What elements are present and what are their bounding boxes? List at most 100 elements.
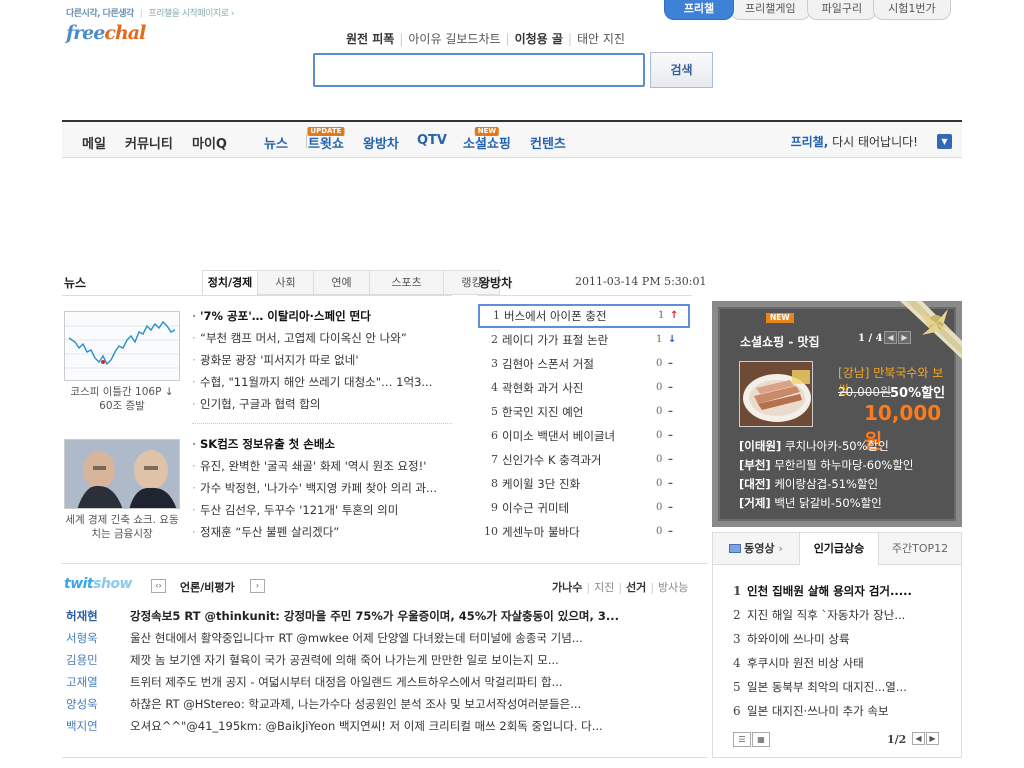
tab-filegu[interactable]: 파일구리 [806,0,878,20]
gnb-mail[interactable]: 메일 [82,133,106,152]
ranking-item[interactable]: 10 게센누마 불바다 0– [478,520,690,544]
tab-freechal[interactable]: 프리챌 [664,0,734,20]
filter-tab[interactable]: 방사능 [658,581,688,594]
ranking-item[interactable]: 3 김현아 스폰서 거절 0– [478,352,690,376]
headline[interactable]: 인기협, 구글과 협력 합의 [192,393,452,415]
chevron-left-icon[interactable]: ‹› [151,579,166,593]
hot-keyword[interactable]: 태안 지진 [577,30,625,47]
tweet-text[interactable]: 오셔요^^"@41_195km: @BaikJiYeon 백지연씨! 저 이제 … [130,715,603,737]
tweet-text[interactable]: 트위터 제주도 번개 공지 - 여덟시부터 대정읍 아일랜드 게스트하우스에서 … [130,671,563,693]
headline[interactable]: 유진, 완벽한 '굴곡 쇄골' 화제 '역시 원조 요정!' [192,455,452,477]
video-item[interactable]: 5 일본 동북부 최악의 대지진...열... [733,675,953,699]
tweet-author[interactable]: 허재현 [66,605,98,627]
ranking-item[interactable]: 6 이미소 백댄서 베이글녀 0– [478,424,690,448]
deal-item[interactable]: [거제] 백년 닭갈비-50%할인 [739,494,914,513]
twitshow-logo[interactable]: twitshow [64,576,132,592]
ranking-item[interactable]: 9 이수근 귀미테 0– [478,496,690,520]
gnb-community[interactable]: 커뮤니티 [125,133,173,152]
tweet-row[interactable]: 백지연 오셔요^^"@41_195km: @BaikJiYeon 백지연씨! 저 … [66,715,666,737]
chevron-left-icon[interactable]: ◀ [884,331,897,344]
tab-freechal-game[interactable]: 프리챌게임 [730,0,811,20]
video-item[interactable]: 3 하와이에 쓰나미 상륙 [733,627,953,651]
video-item[interactable]: 6 일본 대지진·쓰나미 추가 속보 [733,699,953,723]
tab-exam[interactable]: 시험1번가 [873,0,951,20]
search-button[interactable]: 검색 [650,52,713,88]
deal-item[interactable]: [대전] 케이랑삼겹-51%할인 [739,475,914,494]
headline[interactable]: 가수 박정현, '나가수' 백지영 카페 찾아 의리 과... [192,477,452,499]
tab-trending[interactable]: 인기급상승 [799,533,879,565]
chevron-down-icon[interactable]: ▼ [937,134,952,149]
trend-same-icon: – [668,382,673,393]
ranking-item[interactable]: 2 레이디 가가 표절 논란 1 ↓ [478,328,690,352]
video-item[interactable]: 2 지진 해일 직후 `자동차가 장난... [733,603,953,627]
chevron-right-icon[interactable]: › [250,579,265,593]
tweet-author[interactable]: 백지연 [66,715,98,737]
filter-tab[interactable]: 지진 [594,581,614,594]
rank-change-count: 0 [656,526,663,537]
hot-keyword[interactable]: 원전 피폭 [346,30,394,47]
food-photo[interactable] [739,361,813,427]
hot-keyword[interactable]: 이청용 골 [515,30,563,47]
ranking-item[interactable]: 7 신인가수 K 충격과거 0– [478,448,690,472]
ranking-item[interactable]: 4 곽현화 과거 사진 0– [478,376,690,400]
gnb-myq[interactable]: 마이Q [192,133,227,152]
tweet-author[interactable]: 서형욱 [66,627,98,649]
video-item[interactable]: 4 후쿠시마 원전 비상 사태 [733,651,953,675]
tweet-text[interactable]: 제깟 놈 보기엔 자기 혈육이 국가 공권력에 의해 죽어 나가는게 만만한 일… [130,649,559,671]
gnb-news[interactable]: 뉴스 [264,133,288,152]
ranking-item[interactable]: 1 버스에서 아이폰 충전 1 ↑ [478,304,690,328]
video-item[interactable]: 1 인천 집배원 살해 용의자 검거..... [733,579,953,603]
gnb-contents[interactable]: 컨텐츠 [530,133,566,152]
gnb-social-shopping[interactable]: NEW 소셜쇼핑 [463,127,511,152]
search-input[interactable] [313,53,645,87]
ranking-item[interactable]: 5 한국인 지진 예언 0– [478,400,690,424]
tweet-author[interactable]: 김용민 [66,649,98,671]
tab-politics-economy[interactable]: 정치/경제 [202,270,258,295]
headline[interactable]: 정재훈 “두산 불펜 살리겠다” [192,521,452,543]
tab-video[interactable]: 동영상 › [713,533,799,564]
headline[interactable]: 광화문 광장 '피서지가 따로 없네' [192,349,452,371]
chevron-left-icon[interactable]: ◀ [912,732,925,745]
tweet-text[interactable]: 강정속보5 RT @thinkunit: 강정마을 주민 75%가 우울증이며,… [130,605,619,627]
freechal-logo[interactable]: freechal [66,22,146,44]
headline[interactable]: SK컴즈 정보유출 첫 손배소 [192,433,452,455]
filter-tab[interactable]: 가나수 [552,581,582,594]
tweet-text[interactable]: 울산 현대에서 활약중입니다ㅠ RT @mwkee 어제 단양엘 다녀왔는데 터… [130,627,583,649]
headline[interactable]: “부천 캠프 머서, 고엽제 다이옥신 안 나와” [192,327,452,349]
gnb-wangbangcha[interactable]: 왕방차 [363,133,399,152]
tweet-row[interactable]: 고재열 트위터 제주도 번개 공지 - 여덟시부터 대정읍 아일랜드 게스트하우스… [66,671,666,693]
video-rank: 5 [733,680,741,694]
ranking-item[interactable]: 8 케이윌 3단 진화 0– [478,472,690,496]
tweet-row[interactable]: 허재현 강정속보5 RT @thinkunit: 강정마을 주민 75%가 우울증… [66,605,666,627]
kospi-chart-thumbnail[interactable] [64,311,180,381]
tab-sports[interactable]: 스포츠 [369,270,444,295]
chevron-right-icon[interactable]: ▶ [926,732,939,745]
hot-keyword[interactable]: 아이유 길보드차트 [408,30,500,47]
deal-item[interactable]: [부천] 무한리필 하누마당-60%할인 [739,456,914,475]
tweet-row[interactable]: 김용민 제깟 놈 보기엔 자기 혈육이 국가 공권력에 의해 죽어 나가는게 만만… [66,649,666,671]
tab-society[interactable]: 사회 [257,270,314,295]
tab-weekly-top12[interactable]: 주간TOP12 [879,533,961,564]
shopping-title[interactable]: 소셜쇼핑 - 맛집 [740,333,820,350]
tweet-author[interactable]: 고재열 [66,671,98,693]
rank-change-count: 1 [658,310,665,321]
tweet-text[interactable]: 하찮은 RT @HStereo: 학교과제, 나는가수다 성공원인 분석 조사 … [130,693,581,715]
list-view-icon[interactable]: ☰ [733,732,751,747]
set-homepage-link[interactable]: 프리챌을 시작페이지로 › [148,9,234,19]
tweet-row[interactable]: 서형욱 울산 현대에서 활약중입니다ㅠ RT @mwkee 어제 단양엘 다녀왔는… [66,627,666,649]
tweet-author[interactable]: 양성욱 [66,693,98,715]
rank-number: 8 [491,477,498,490]
economy-photo-thumbnail[interactable] [64,439,180,509]
grid-view-icon[interactable]: ▦ [752,732,770,747]
filter-tab[interactable]: 선거 [626,581,646,594]
deal-item[interactable]: [이태원] 쿠치나아카-50%할인 [739,437,914,456]
headline[interactable]: 두산 김선우, 두꾸수 '121개' 투혼의 의미 [192,499,452,521]
tab-entertainment[interactable]: 연예 [313,270,370,295]
gnb-qtv[interactable]: QTV [417,133,447,148]
gnb-tweetshow[interactable]: UPDATE 트윗쇼 [307,127,345,152]
headline[interactable]: 수협, "11월까지 해안 쓰레기 대청소"… 1억3... [192,371,452,393]
thumbnail-caption[interactable]: 세계 경제 긴축 쇼크. 요동치는 금융시장 [64,513,180,541]
tweet-row[interactable]: 양성욱 하찮은 RT @HStereo: 학교과제, 나는가수다 성공원인 분석 … [66,693,666,715]
thumbnail-caption[interactable]: 코스피 이틀간 106P ↓ 60조 증발 [64,385,180,413]
headline[interactable]: '7% 공포'… 이탈리아·스페인 떤다 [192,305,452,327]
